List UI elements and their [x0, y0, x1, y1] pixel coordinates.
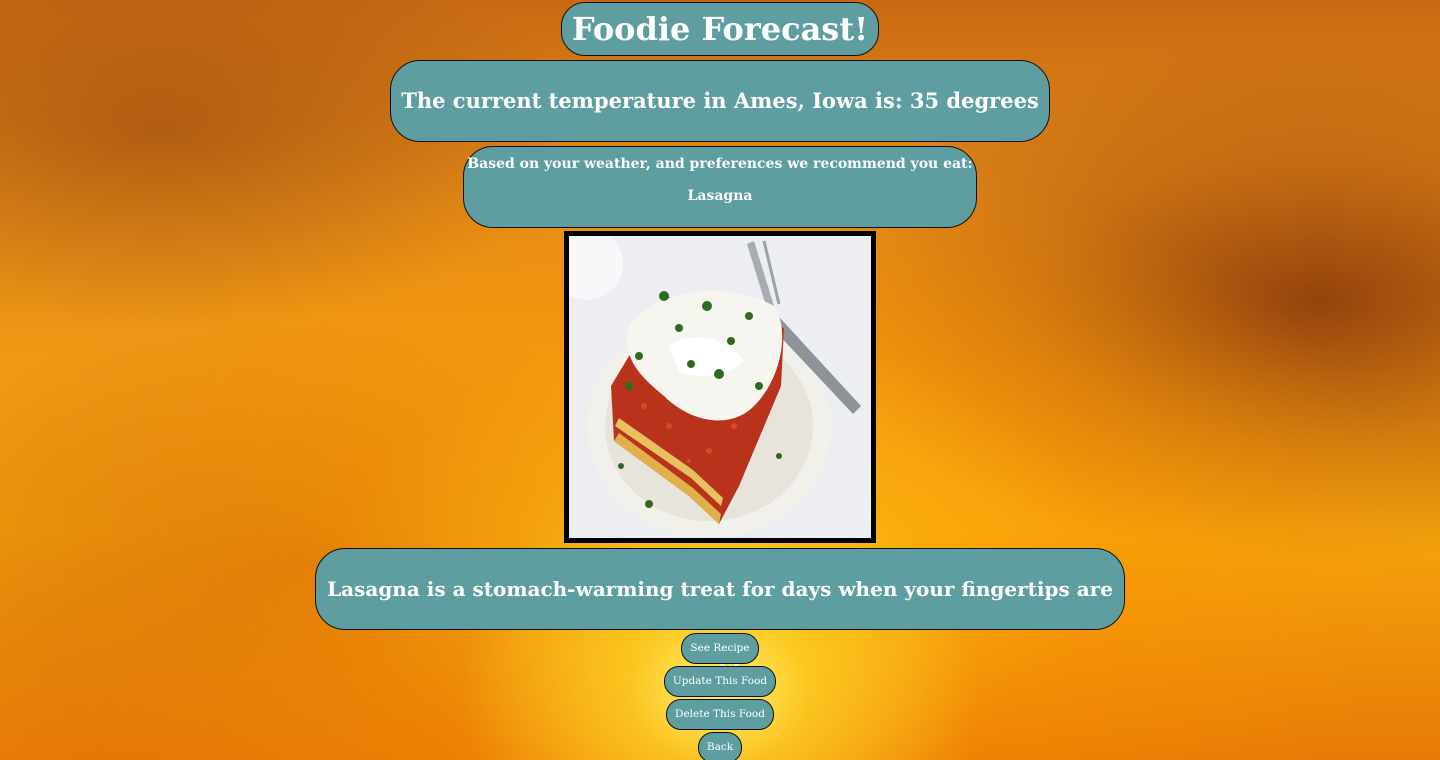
- lasagna-photo-icon: [569, 236, 871, 538]
- food-image: [564, 231, 876, 543]
- recommendation-intro: Based on your weather, and preferences w…: [467, 156, 973, 172]
- food-description: Lasagna is a stomach-warming treat for d…: [315, 548, 1125, 681]
- delete-food-button[interactable]: Delete This Food: [666, 699, 774, 730]
- temperature-banner: The current temperature in Ames, Iowa is…: [390, 60, 1050, 142]
- see-recipe-button[interactable]: See Recipe: [681, 633, 759, 664]
- page-title: Foodie Forecast!: [560, 2, 880, 56]
- update-food-button[interactable]: Update This Food: [663, 666, 777, 697]
- back-button[interactable]: Back: [697, 732, 743, 760]
- recommended-food-name: Lasagna: [687, 188, 753, 204]
- recommendation-box: Based on your weather, and preferences w…: [463, 146, 977, 228]
- page-content: Foodie Forecast! The current temperature…: [0, 0, 1440, 760]
